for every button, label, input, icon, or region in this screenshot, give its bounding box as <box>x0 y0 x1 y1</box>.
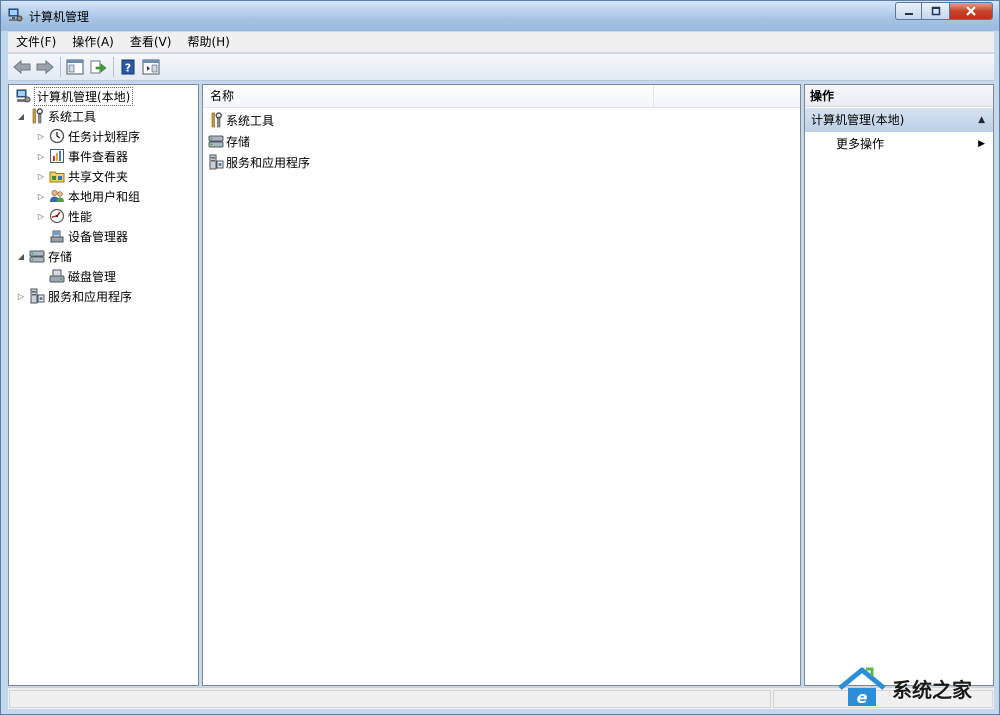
svg-text:?: ? <box>125 62 131 75</box>
caption-buttons <box>895 2 993 20</box>
svg-text:e: e <box>857 688 868 707</box>
show-hide-tree-button[interactable] <box>64 56 86 78</box>
tree-item-label: 本地用户和组 <box>68 189 141 204</box>
help-icon: ? <box>121 59 135 75</box>
tools-icon <box>208 112 224 128</box>
tree-item-label: 磁盘管理 <box>68 269 117 284</box>
expand-triangle-icon[interactable]: ▷ <box>15 292 27 301</box>
window-title: 计算机管理 <box>29 10 90 24</box>
tree-item-label: 系统工具 <box>48 109 97 124</box>
more-actions-item[interactable]: 更多操作 ▶ <box>805 133 993 155</box>
tree-item-device-manager[interactable]: 设备管理器 <box>47 226 128 246</box>
computer-management-icon <box>15 88 31 104</box>
minimize-button[interactable] <box>895 2 922 20</box>
export-list-icon <box>90 60 107 74</box>
clock-icon <box>49 128 65 144</box>
column-header-empty <box>655 85 800 108</box>
back-arrow-icon <box>13 59 31 75</box>
column-header-name[interactable]: 名称 <box>203 85 654 108</box>
expand-triangle-icon[interactable]: ▷ <box>35 172 47 181</box>
back-button[interactable] <box>11 56 33 78</box>
forward-arrow-icon <box>36 59 54 75</box>
collapse-up-icon[interactable]: ▲ <box>978 108 985 132</box>
app-window: 计算机管理 文件(F) 操作(A) 查看(V) 帮助(H) ? 计算机管理(本地… <box>0 0 1000 715</box>
tree-item-label: 存储 <box>48 249 73 264</box>
tree-item-label: 服务和应用程序 <box>48 289 133 304</box>
expand-triangle-icon[interactable]: ▷ <box>35 132 47 141</box>
expand-triangle-icon[interactable]: ▷ <box>35 152 47 161</box>
tree-item-computer-management[interactable]: 计算机管理(本地) <box>13 86 134 106</box>
tree-item-label: 共享文件夹 <box>68 169 129 184</box>
export-list-button[interactable] <box>87 56 109 78</box>
submenu-arrow-icon: ▶ <box>978 139 985 149</box>
tree-item-disk-management[interactable]: 磁盘管理 <box>47 266 116 286</box>
tree-item-storage[interactable]: ◢ 存储 <box>15 246 72 266</box>
menu-bar: 文件(F) 操作(A) 查看(V) 帮助(H) <box>8 32 994 53</box>
watermark-text: 系统之家 <box>892 677 972 702</box>
tree-item-system-tools[interactable]: ◢ 系统工具 <box>15 106 96 126</box>
services-applications-icon <box>208 154 224 170</box>
tree-item-services-applications[interactable]: ▷ 服务和应用程序 <box>15 286 132 306</box>
expand-triangle-icon[interactable]: ▷ <box>35 192 47 201</box>
tree-item-task-scheduler[interactable]: ▷ 任务计划程序 <box>35 126 140 146</box>
tree-item-label: 性能 <box>68 209 93 224</box>
actions-section-label: 计算机管理(本地) <box>811 113 905 127</box>
toolbar: ? <box>8 54 994 81</box>
tree-item-shared-folders[interactable]: ▷ 共享文件夹 <box>35 166 128 186</box>
menu-action[interactable]: 操作(A) <box>64 32 122 53</box>
list-item-label: 服务和应用程序 <box>226 155 311 170</box>
tree-item-label: 事件查看器 <box>68 149 129 164</box>
status-cell <box>9 690 771 708</box>
computer-management-icon <box>7 7 23 23</box>
show-hide-action-pane-icon <box>142 59 160 75</box>
house-logo-icon: e <box>838 667 886 707</box>
expand-triangle-icon[interactable]: ▷ <box>35 212 47 221</box>
more-actions-label: 更多操作 <box>836 137 885 151</box>
maximize-button[interactable] <box>922 2 949 20</box>
menu-view[interactable]: 查看(V) <box>122 32 180 53</box>
list-item-label: 系统工具 <box>226 113 275 128</box>
actions-pane-title: 操作 <box>805 85 993 107</box>
tree-item-performance[interactable]: ▷ 性能 <box>35 206 92 226</box>
site-watermark: e 系统之家 <box>836 663 998 713</box>
list-item[interactable]: 系统工具 <box>208 110 274 130</box>
results-pane: 名称 系统工具 存储 服务和应用程序 <box>202 84 801 686</box>
services-applications-icon <box>29 288 45 304</box>
storage-icon <box>29 248 45 264</box>
forward-button[interactable] <box>34 56 56 78</box>
tree-item-local-users-groups[interactable]: ▷ 本地用户和组 <box>35 186 140 206</box>
list-item[interactable]: 存储 <box>208 131 250 151</box>
shared-folder-icon <box>49 168 65 184</box>
help-button[interactable]: ? <box>117 56 139 78</box>
event-viewer-icon <box>49 148 65 164</box>
storage-icon <box>208 133 224 149</box>
console-tree: 计算机管理(本地) ◢ 系统工具 ▷ 任务计划程序 ▷ 事件查看器 ▷ 共享文件… <box>8 84 199 686</box>
tree-item-label: 计算机管理(本地) <box>34 86 134 106</box>
list-header: 名称 <box>203 85 800 108</box>
tree-item-event-viewer[interactable]: ▷ 事件查看器 <box>35 146 128 166</box>
show-hide-action-pane-button[interactable] <box>140 56 162 78</box>
collapse-triangle-icon[interactable]: ◢ <box>15 252 27 261</box>
list-item[interactable]: 服务和应用程序 <box>208 152 310 172</box>
users-icon <box>49 188 65 204</box>
show-hide-tree-icon <box>66 59 84 75</box>
list-item-label: 存储 <box>226 134 251 149</box>
menu-help[interactable]: 帮助(H) <box>179 32 237 53</box>
actions-pane: 操作 计算机管理(本地) ▲ 更多操作 ▶ <box>804 84 994 686</box>
tree-item-label: 任务计划程序 <box>68 129 141 144</box>
menu-file[interactable]: 文件(F) <box>8 32 64 53</box>
close-button[interactable] <box>949 2 993 20</box>
disk-management-icon <box>49 268 65 284</box>
actions-section-header[interactable]: 计算机管理(本地) ▲ <box>805 108 993 132</box>
tools-icon <box>29 108 45 124</box>
toolbar-separator <box>113 57 114 77</box>
toolbar-separator <box>60 57 61 77</box>
device-manager-icon <box>49 228 65 244</box>
performance-icon <box>49 208 65 224</box>
title-bar[interactable]: 计算机管理 <box>1 1 999 31</box>
tree-item-label: 设备管理器 <box>68 229 129 244</box>
collapse-triangle-icon[interactable]: ◢ <box>15 112 27 121</box>
